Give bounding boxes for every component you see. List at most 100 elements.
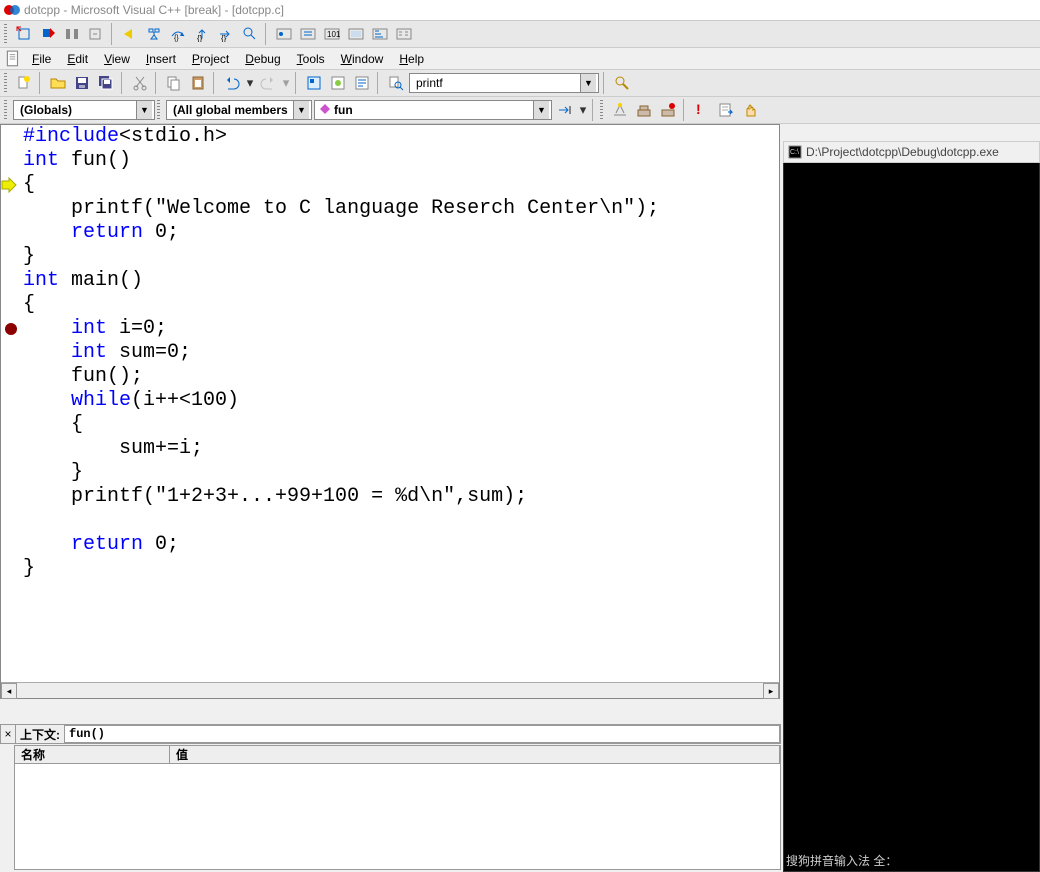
toolbar-grip[interactable] — [600, 100, 603, 120]
menu-debug[interactable]: Debug — [237, 50, 288, 68]
variables-window-icon[interactable] — [297, 23, 319, 45]
console-title-bar[interactable]: C:\ D:\Project\dotcpp\Debug\dotcpp.exe — [783, 141, 1040, 163]
separator — [213, 72, 217, 94]
console-output[interactable]: 搜狗拼音输入法 全： — [783, 163, 1040, 872]
app-logo-icon — [4, 2, 20, 18]
standard-toolbar: ▾ ▾ printf ▼ — [0, 70, 1040, 97]
memory-window-icon[interactable] — [345, 23, 367, 45]
console-icon: C:\ — [788, 145, 802, 159]
code-text[interactable]: #include<stdio.h> int fun() { printf("We… — [21, 125, 779, 682]
run-to-cursor-icon[interactable]: {} — [215, 23, 237, 45]
find-icon[interactable] — [611, 72, 633, 94]
context-label: 上下文: — [16, 726, 64, 743]
break-all-icon[interactable] — [61, 23, 83, 45]
dropdown-arrow-icon[interactable]: ▼ — [293, 101, 309, 119]
stop-debug-icon[interactable] — [37, 23, 59, 45]
separator — [111, 23, 115, 45]
save-all-icon[interactable] — [95, 72, 117, 94]
dropdown-arrow-icon[interactable]: ▼ — [533, 101, 549, 119]
menu-window[interactable]: Window — [333, 50, 392, 68]
quickwatch-icon[interactable] — [239, 23, 261, 45]
svg-text:101: 101 — [327, 30, 340, 39]
redo-dropdown-icon[interactable]: ▾ — [281, 72, 291, 94]
scope-combo[interactable]: (Globals) ▼ — [13, 100, 155, 120]
go-icon[interactable] — [715, 99, 737, 121]
toolbar-grip[interactable] — [157, 100, 160, 120]
ime-indicator: 搜狗拼音输入法 全： — [786, 852, 897, 869]
document-icon[interactable] — [4, 50, 22, 68]
watch-window-icon[interactable] — [273, 23, 295, 45]
build-icon[interactable] — [633, 99, 655, 121]
undo-icon[interactable] — [221, 72, 243, 94]
open-file-icon[interactable] — [47, 72, 69, 94]
wizard-dropdown-icon[interactable]: ▾ — [578, 99, 588, 121]
resource-icon[interactable] — [327, 72, 349, 94]
window-title-bar: dotcpp - Microsoft Visual C++ [break] - … — [0, 0, 1040, 20]
separator — [603, 72, 607, 94]
column-value[interactable]: 值 — [170, 746, 780, 763]
menu-project[interactable]: Project — [184, 50, 237, 68]
variables-panel[interactable]: 名称 值 — [14, 745, 781, 870]
step-over-icon[interactable]: {} — [167, 23, 189, 45]
menu-file[interactable]: FFileile — [24, 50, 59, 68]
menu-tools[interactable]: Tools — [289, 50, 333, 68]
wizard-bar: (Globals) ▼ (All global members ▼ fun ▼ … — [0, 97, 1040, 124]
dropdown-arrow-icon[interactable]: ▼ — [580, 74, 596, 92]
close-icon[interactable]: × — [1, 727, 15, 741]
save-icon[interactable] — [71, 72, 93, 94]
code-editor[interactable]: #include<stdio.h> int fun() { printf("We… — [0, 124, 780, 699]
toolbar-grip[interactable] — [4, 100, 7, 120]
goto-icon[interactable] — [554, 99, 576, 121]
paste-icon[interactable] — [187, 72, 209, 94]
execute-icon[interactable]: ! — [691, 99, 713, 121]
scroll-track[interactable] — [17, 683, 763, 698]
menu-edit[interactable]: Edit — [59, 50, 96, 68]
find-in-files-icon[interactable] — [385, 72, 407, 94]
registers-window-icon[interactable]: 101 — [321, 23, 343, 45]
console-window: C:\ D:\Project\dotcpp\Debug\dotcpp.exe 搜… — [783, 141, 1040, 872]
stop-build-icon[interactable] — [657, 99, 679, 121]
workspace-icon[interactable] — [303, 72, 325, 94]
scroll-left-icon[interactable]: ◂ — [1, 683, 17, 699]
step-out-icon[interactable]: {} — [191, 23, 213, 45]
svg-text:C:\: C:\ — [790, 149, 799, 156]
members-combo[interactable]: (All global members ▼ — [166, 100, 312, 120]
breakpoint-icon[interactable] — [5, 323, 17, 335]
toolbar-grip[interactable] — [4, 73, 7, 93]
redo-icon[interactable] — [257, 72, 279, 94]
apply-changes-icon[interactable] — [85, 23, 107, 45]
output-icon[interactable] — [351, 72, 373, 94]
menu-bar: FFileile Edit View Insert Project Debug … — [0, 48, 1040, 70]
restart-debug-icon[interactable] — [13, 23, 35, 45]
context-input[interactable] — [64, 725, 780, 743]
scroll-right-icon[interactable]: ▸ — [763, 683, 779, 699]
svg-text:{}: {} — [221, 34, 227, 42]
separator — [155, 72, 159, 94]
find-combo[interactable]: printf ▼ — [409, 73, 599, 93]
column-name[interactable]: 名称 — [15, 746, 170, 763]
variables-header: 名称 值 — [15, 746, 780, 764]
menu-view[interactable]: View — [96, 50, 138, 68]
console-title-text: D:\Project\dotcpp\Debug\dotcpp.exe — [806, 145, 999, 159]
disassembly-window-icon[interactable] — [393, 23, 415, 45]
menu-insert[interactable]: Insert — [138, 50, 184, 68]
editor-gutter[interactable] — [1, 125, 21, 682]
cut-icon[interactable] — [129, 72, 151, 94]
undo-dropdown-icon[interactable]: ▾ — [245, 72, 255, 94]
compile-icon[interactable] — [609, 99, 631, 121]
breakpoint-hand-icon[interactable] — [739, 99, 761, 121]
menu-help[interactable]: Help — [391, 50, 432, 68]
debug-toolbar: {} {} {} 101 — [0, 20, 1040, 48]
step-into-icon[interactable] — [143, 23, 165, 45]
horizontal-scrollbar[interactable]: ◂ ▸ — [1, 682, 779, 698]
separator — [295, 72, 299, 94]
function-combo[interactable]: fun ▼ — [314, 100, 552, 120]
svg-text:{}: {} — [174, 35, 179, 42]
show-next-statement-icon[interactable] — [119, 23, 141, 45]
new-file-icon[interactable] — [13, 72, 35, 94]
dropdown-arrow-icon[interactable]: ▼ — [136, 101, 152, 119]
function-text: fun — [330, 103, 533, 117]
toolbar-grip[interactable] — [4, 24, 7, 44]
copy-icon[interactable] — [163, 72, 185, 94]
callstack-window-icon[interactable] — [369, 23, 391, 45]
